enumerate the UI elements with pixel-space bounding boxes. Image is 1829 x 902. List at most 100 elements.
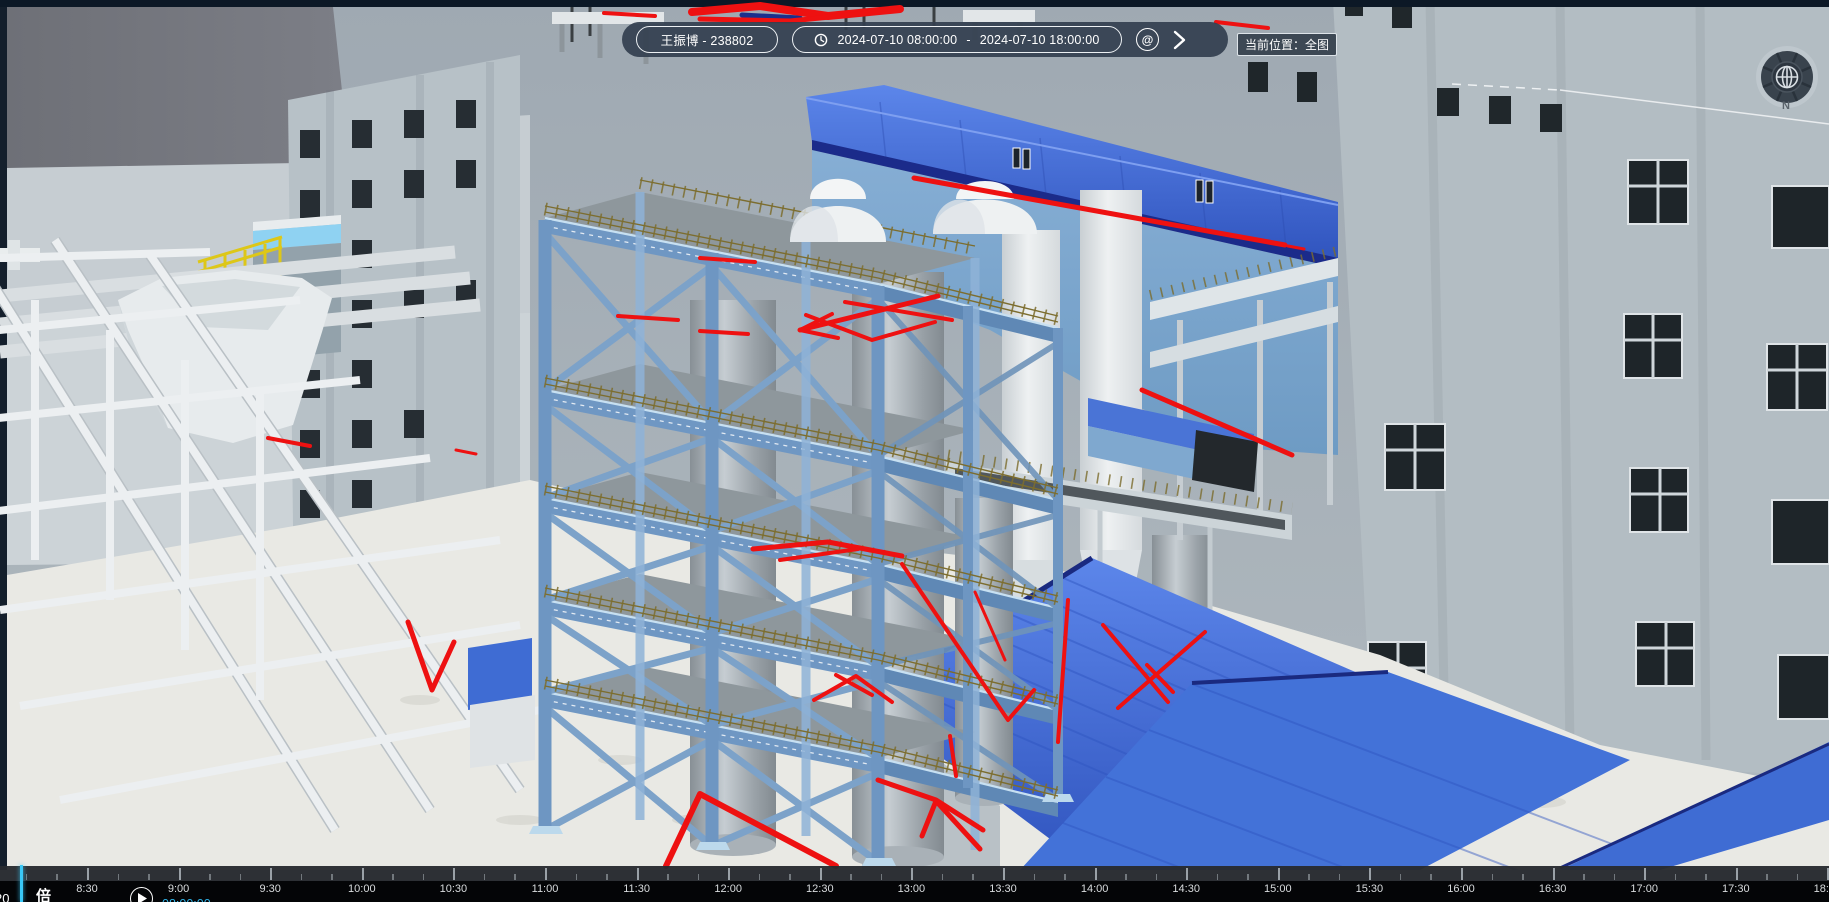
speed-control[interactable]: 倍数 <box>36 885 52 902</box>
timeline-tick <box>942 874 944 880</box>
timeline-tick <box>1705 874 1707 880</box>
playback-start-button[interactable] <box>1173 29 1186 51</box>
timeline-tick <box>1461 868 1463 880</box>
compass-north-label: N <box>1782 100 1790 112</box>
timeline-tick <box>392 874 394 880</box>
timeline-tick <box>637 868 639 880</box>
timeline-tick <box>301 874 303 880</box>
locate-button[interactable]: @ <box>1136 28 1159 51</box>
timeline-tick <box>1553 868 1555 880</box>
timeline-tick <box>1797 874 1799 880</box>
timeline-tick-label: 13:00 <box>898 883 926 895</box>
timeline-tick <box>179 868 181 880</box>
timeline-tick-label: 16:00 <box>1447 883 1475 895</box>
timeline-tick-label: 17:00 <box>1630 883 1658 895</box>
timeline-tick-label: 8:30 <box>76 883 97 895</box>
timeline-tick <box>545 868 547 880</box>
timeline: 8:309:009:3010:0010:3011:0011:3012:0012:… <box>0 865 1829 902</box>
timeline-tick <box>87 868 89 880</box>
timeline-tick <box>1003 868 1005 880</box>
chevron-right-icon <box>1173 29 1186 51</box>
timeline-tick <box>1156 874 1158 880</box>
timeline-tick <box>881 874 883 880</box>
timeline-tick <box>1400 874 1402 880</box>
time-range-picker[interactable]: 2024-07-10 08:00:00 - 2024-07-10 18:00:0… <box>792 26 1122 53</box>
timeline-tick <box>514 874 516 880</box>
timeline-tick-label: 17:30 <box>1722 883 1750 895</box>
timeline-tick <box>1675 874 1677 880</box>
speed-value-clipped[interactable]: 20 <box>0 891 9 902</box>
compass-gizmo[interactable]: N <box>1754 44 1820 116</box>
timeline-tick <box>118 874 120 880</box>
timeline-tick <box>576 874 578 880</box>
timeline-tick <box>1095 868 1097 880</box>
play-icon <box>138 893 147 902</box>
timeline-playhead[interactable] <box>20 865 23 902</box>
timeline-tick-label: 11:00 <box>532 883 559 895</box>
location-badge-label: 当前位置：全图 <box>1245 38 1329 52</box>
timeline-tick <box>362 868 364 880</box>
timeline-tick-label: 12:00 <box>714 883 742 895</box>
timeline-tick <box>26 874 28 880</box>
timeline-tick-label: 11:30 <box>623 883 650 895</box>
locate-at-icon: @ <box>1142 33 1154 47</box>
timeline-tick <box>1766 874 1768 880</box>
timeline-tick <box>1186 868 1188 880</box>
location-badge: 当前位置：全图 <box>1237 33 1337 56</box>
timeline-tick-label: 18:00 <box>1814 883 1829 895</box>
timeline-tick <box>453 868 455 880</box>
person-selector[interactable]: 王振博 - 238802 <box>636 26 778 53</box>
timeline-tick <box>148 874 150 880</box>
time-range-separator: - <box>966 33 970 47</box>
timeline-tick <box>850 874 852 880</box>
timeline-ruler[interactable] <box>0 866 1829 881</box>
timeline-tick <box>1583 874 1585 880</box>
person-selector-label: 王振博 - 238802 <box>661 30 754 49</box>
timeline-tick <box>789 874 791 880</box>
timeline-tick-label: 15:30 <box>1356 883 1384 895</box>
time-end-value[interactable]: 2024-07-10 18:00:00 <box>980 33 1100 47</box>
timeline-tick <box>1736 868 1738 880</box>
timeline-tick-label: 10:30 <box>440 883 468 895</box>
timeline-tick <box>331 874 333 880</box>
timeline-tick <box>1430 874 1432 880</box>
timeline-tick-label: 16:30 <box>1539 883 1567 895</box>
timeline-tick <box>56 874 58 880</box>
timeline-tick <box>1125 874 1127 880</box>
timeline-tick <box>1064 874 1066 880</box>
clock-icon <box>814 33 828 47</box>
timeline-tick <box>484 874 486 880</box>
timeline-tick <box>820 868 822 880</box>
timeline-tick <box>1034 874 1036 880</box>
timeline-tick-label: 13:30 <box>989 883 1017 895</box>
scene-3d[interactable] <box>0 0 1829 870</box>
timeline-tick <box>1369 868 1371 880</box>
timeline-tick <box>1217 874 1219 880</box>
timeline-tick-label: 9:30 <box>259 883 280 895</box>
timeline-tick <box>972 874 974 880</box>
app-viewport: 王振博 - 238802 2024-07-10 08:00:00 - 2024-… <box>0 0 1829 902</box>
timeline-tick <box>1614 874 1616 880</box>
timeline-tick-label: 14:30 <box>1172 883 1200 895</box>
timeline-tick <box>606 874 608 880</box>
timeline-tick <box>1339 874 1341 880</box>
timeline-tick-label: 10:00 <box>348 883 376 895</box>
timeline-tick <box>667 874 669 880</box>
timeline-tick <box>270 868 272 880</box>
timeline-tick <box>698 874 700 880</box>
timeline-tick-label: 14:00 <box>1081 883 1109 895</box>
timeline-tick <box>1247 874 1249 880</box>
timeline-tick <box>728 868 730 880</box>
timeline-tick <box>1308 874 1310 880</box>
time-start-value[interactable]: 2024-07-10 08:00:00 <box>837 33 957 47</box>
timeline-tick <box>240 874 242 880</box>
blue-slab-left <box>468 638 535 768</box>
timeline-tick <box>1644 868 1646 880</box>
toolbar: 王振博 - 238802 2024-07-10 08:00:00 - 2024-… <box>622 22 1228 57</box>
timeline-tick <box>423 874 425 880</box>
timeline-tick <box>1278 868 1280 880</box>
timeline-tick <box>911 868 913 880</box>
timeline-tick <box>759 874 761 880</box>
timeline-tick-label: 15:00 <box>1264 883 1292 895</box>
timeline-tick-label: 12:30 <box>806 883 834 895</box>
